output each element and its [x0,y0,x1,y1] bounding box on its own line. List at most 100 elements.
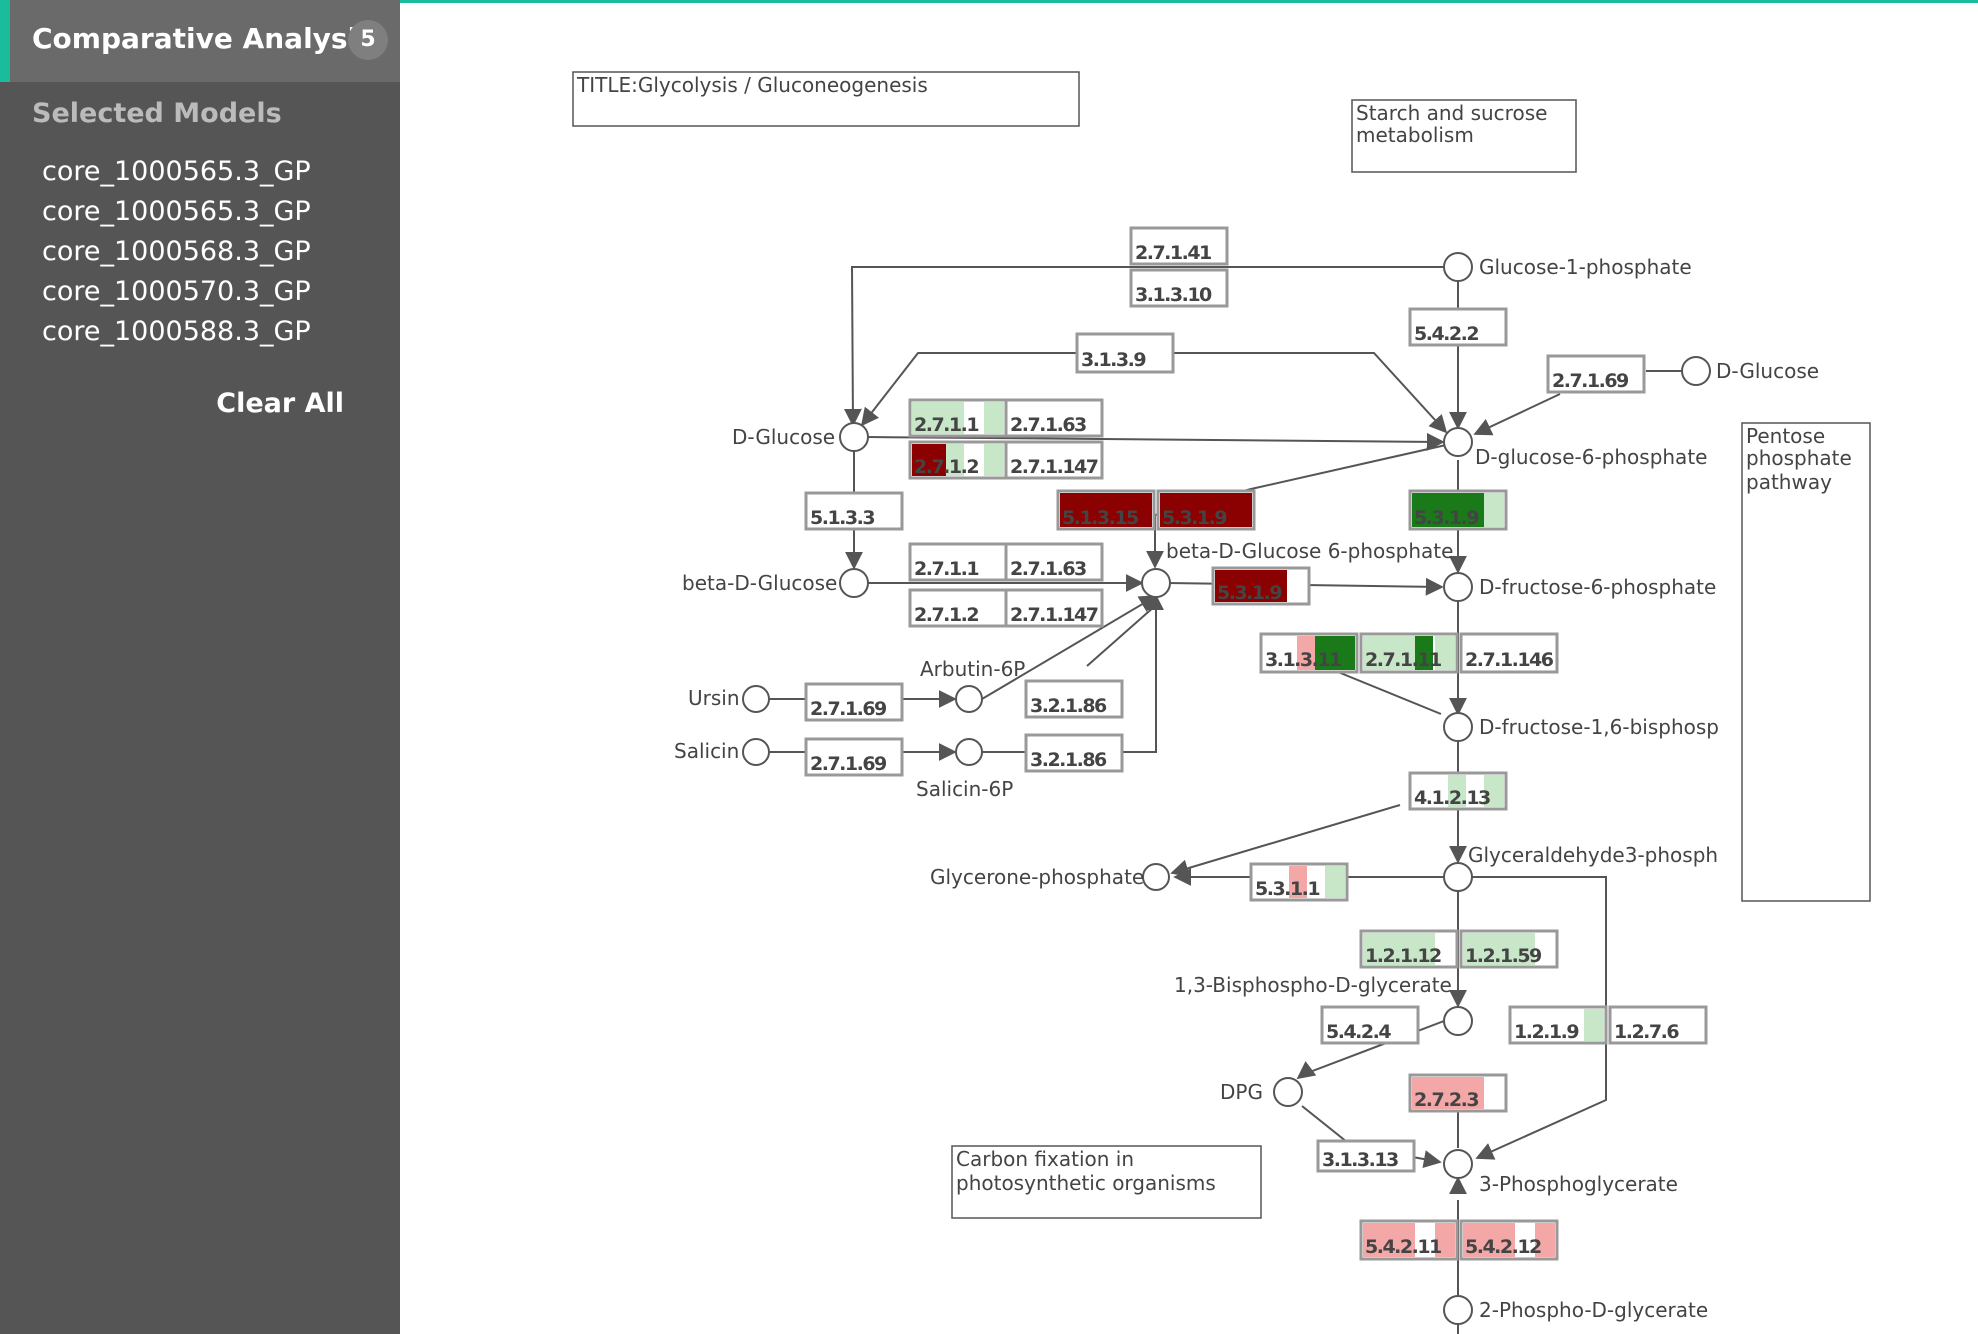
enzyme-1-2-1-59[interactable]: 1.2.1.59 [1459,929,1559,969]
model-item[interactable]: core_1000565.3_GP [42,196,311,227]
enzyme-4-1-2-13[interactable]: 4.1.2.13 [1408,771,1508,811]
enzyme-1-2-7-6[interactable]: 1.2.7.6 [1608,1005,1708,1045]
enzyme-2-7-1-1-b[interactable]: 2.7.1.1 [908,542,1008,582]
carbon-line-2: photosynthetic organisms [956,1171,1216,1195]
svg-text:5.3.1.9: 5.3.1.9 [1414,507,1478,529]
svg-text:5.4.2.11: 5.4.2.11 [1365,1236,1441,1258]
enzyme-2-7-2-3[interactable]: 2.7.2.3 [1408,1073,1508,1113]
model-item[interactable]: core_1000588.3_GP [42,316,311,347]
node-dpg[interactable] [1273,1077,1303,1107]
enzyme-3-2-1-86-salicin[interactable]: 3.2.1.86 [1024,733,1124,773]
svg-text:1.2.1.12: 1.2.1.12 [1365,945,1441,967]
enzyme-5-1-3-15[interactable]: 5.1.3.15 [1056,489,1156,531]
enzyme-2-7-1-63-b[interactable]: 2.7.1.63 [1004,542,1104,582]
enzyme-5-1-3-3[interactable]: 5.1.3.3 [804,491,904,531]
label-3-phosphoglycerate: 3-Phosphoglycerate [1479,1172,1678,1196]
pentose-phosphate-box[interactable]: Pentose phosphate pathway [1741,422,1871,902]
enzyme-2-7-1-69-ursin[interactable]: 2.7.1.69 [804,682,904,722]
node-glucose-1-phosphate[interactable] [1443,252,1473,282]
enzyme-2-7-1-63-a[interactable]: 2.7.1.63 [1004,398,1104,438]
enzyme-2-7-1-41[interactable]: 2.7.1.41 [1129,226,1229,266]
label-d-glucose-left: D-Glucose [732,425,835,449]
node-beta-d-glucose-6-phosphate[interactable] [1141,568,1171,598]
model-count-badge: 5 [348,20,388,60]
enzyme-3-1-3-11[interactable]: 3.1.3.11 [1259,632,1359,674]
svg-text:5.3.1.9: 5.3.1.9 [1162,507,1226,529]
enzyme-2-7-1-69-salicin[interactable]: 2.7.1.69 [804,737,904,777]
node-beta-d-glucose[interactable] [839,568,869,598]
model-item[interactable]: core_1000565.3_GP [42,156,311,187]
carbon-fixation-box[interactable]: Carbon fixation in photosynthetic organi… [951,1145,1262,1219]
enzyme-2-7-1-2-b[interactable]: 2.7.1.2 [908,588,1008,628]
enzyme-5-4-2-11[interactable]: 5.4.2.11 [1359,1219,1459,1261]
starch-line-2: metabolism [1356,123,1474,147]
label-glucose-1-phosphate: Glucose-1-phosphate [1479,255,1692,279]
enzyme-2-7-1-147-b[interactable]: 2.7.1.147 [1004,588,1104,628]
svg-text:2.7.2.3: 2.7.2.3 [1414,1089,1478,1111]
enzyme-2-7-1-146[interactable]: 2.7.1.146 [1459,632,1559,674]
label-2-phospho-d-glycerate: 2-Phospho-D-glycerate [1479,1298,1708,1322]
carbon-line-1: Carbon fixation in [956,1147,1134,1171]
enzyme-3-1-3-9[interactable]: 3.1.3.9 [1075,332,1175,374]
node-arbutin-6p[interactable] [955,685,983,713]
label-salicin-6p: Salicin-6P [916,777,1013,801]
node-ursin[interactable] [742,685,770,713]
enzyme-1-2-1-9[interactable]: 1.2.1.9 [1508,1005,1608,1045]
svg-text:2.7.1.2: 2.7.1.2 [914,456,978,478]
svg-text:2.7.1.69: 2.7.1.69 [1552,370,1628,392]
enzyme-3-1-3-10[interactable]: 3.1.3.10 [1129,268,1229,308]
svg-text:2.7.1.69: 2.7.1.69 [810,753,886,775]
svg-text:5.3.1.9: 5.3.1.9 [1217,582,1281,604]
sidebar-title: Comparative Analysis [32,22,374,55]
svg-text:2.7.1.69: 2.7.1.69 [810,698,886,720]
node-salicin-6p[interactable] [955,738,983,766]
label-glycerone-phosphate: Glycerone-phosphate [930,865,1144,889]
label-d-glucose-6-phosphate: D-glucose-6-phosphate [1475,445,1707,469]
node-salicin[interactable] [742,738,770,766]
enzyme-2-7-1-1-a[interactable]: 2.7.1.1 [908,398,1008,438]
sidebar-header[interactable]: Comparative Analysis 5 [0,0,400,82]
enzyme-5-3-1-1[interactable]: 5.3.1.1 [1249,862,1349,902]
enzyme-5-3-1-9-a[interactable]: 5.3.1.9 [1156,489,1256,531]
enzyme-1-2-1-12[interactable]: 1.2.1.12 [1359,929,1459,969]
node-d-glucose-left[interactable] [839,422,869,452]
enzyme-5-4-2-12[interactable]: 5.4.2.12 [1459,1219,1559,1261]
node-d-glucose-right[interactable] [1681,356,1711,386]
node-1-3-bisphospho-d-glycerate[interactable] [1443,1006,1473,1036]
node-d-fructose-6-phosphate[interactable] [1443,572,1473,602]
pathway-map[interactable]: TITLE:Glycolysis / Gluconeogenesis Starc… [400,0,1978,1334]
svg-text:1.2.1.9: 1.2.1.9 [1514,1021,1578,1043]
node-glycerone-phosphate[interactable] [1142,863,1170,891]
enzyme-2-7-1-69-top[interactable]: 2.7.1.69 [1546,354,1646,394]
enzyme-3-2-1-86-ursin[interactable]: 3.2.1.86 [1024,679,1124,719]
sidebar: Comparative Analysis 5 Selected Models c… [0,0,400,1334]
node-d-glucose-6-phosphate[interactable] [1443,427,1473,457]
label-d-glucose-right: D-Glucose [1716,359,1819,383]
svg-text:2.7.1.1: 2.7.1.1 [914,558,978,580]
node-d-fructose-1-6-bisphosphate[interactable] [1443,712,1473,742]
node-2-phospho-d-glycerate[interactable] [1443,1295,1473,1325]
svg-text:2.7.1.63: 2.7.1.63 [1010,414,1086,436]
enzyme-2-7-1-2-a[interactable]: 2.7.1.2 [908,440,1008,480]
enzyme-5-4-2-4[interactable]: 5.4.2.4 [1320,1005,1420,1045]
node-glyceraldehyde-3-phosphate[interactable] [1443,862,1473,892]
svg-text:3.2.1.86: 3.2.1.86 [1030,749,1107,771]
enzyme-5-4-2-2[interactable]: 5.4.2.2 [1408,307,1508,347]
pentose-line-2: phosphate [1746,446,1852,470]
node-3-phosphoglycerate[interactable] [1443,1149,1473,1179]
selected-models-label: Selected Models [32,98,282,129]
enzyme-2-7-1-147-a[interactable]: 2.7.1.147 [1004,440,1104,480]
model-item[interactable]: core_1000568.3_GP [42,236,311,267]
enzyme-5-3-1-9-b[interactable]: 5.3.1.9 [1408,489,1508,531]
model-item[interactable]: core_1000570.3_GP [42,276,311,307]
enzyme-2-7-1-11[interactable]: 2.7.1.11 [1359,632,1459,674]
enzyme-3-1-3-13[interactable]: 3.1.3.13 [1316,1139,1416,1173]
starch-sucrose-box[interactable]: Starch and sucrose metabolism [1351,99,1577,173]
label-d-fructose-1-6-bisphosphate: D-fructose-1,6-bisphosp [1479,715,1719,739]
clear-all-button[interactable]: Clear All [216,388,344,419]
label-arbutin-6p: Arbutin-6P [920,657,1025,681]
pentose-line-3: pathway [1746,470,1832,494]
svg-text:5.1.3.3: 5.1.3.3 [810,507,874,529]
label-dpg: DPG [1220,1080,1263,1104]
enzyme-5-3-1-9-c[interactable]: 5.3.1.9 [1211,566,1311,606]
